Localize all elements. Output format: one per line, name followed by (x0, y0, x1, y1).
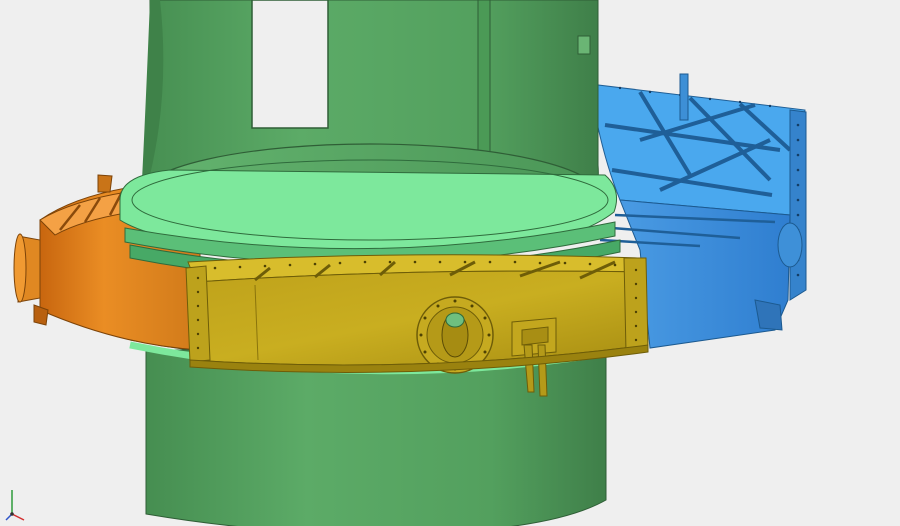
axis-triad-icon (5, 490, 25, 521)
shell-window (251, 0, 329, 129)
cad-viewport[interactable] (0, 0, 900, 526)
model-scene[interactable] (0, 0, 900, 526)
axis-x-line (11, 513, 25, 521)
